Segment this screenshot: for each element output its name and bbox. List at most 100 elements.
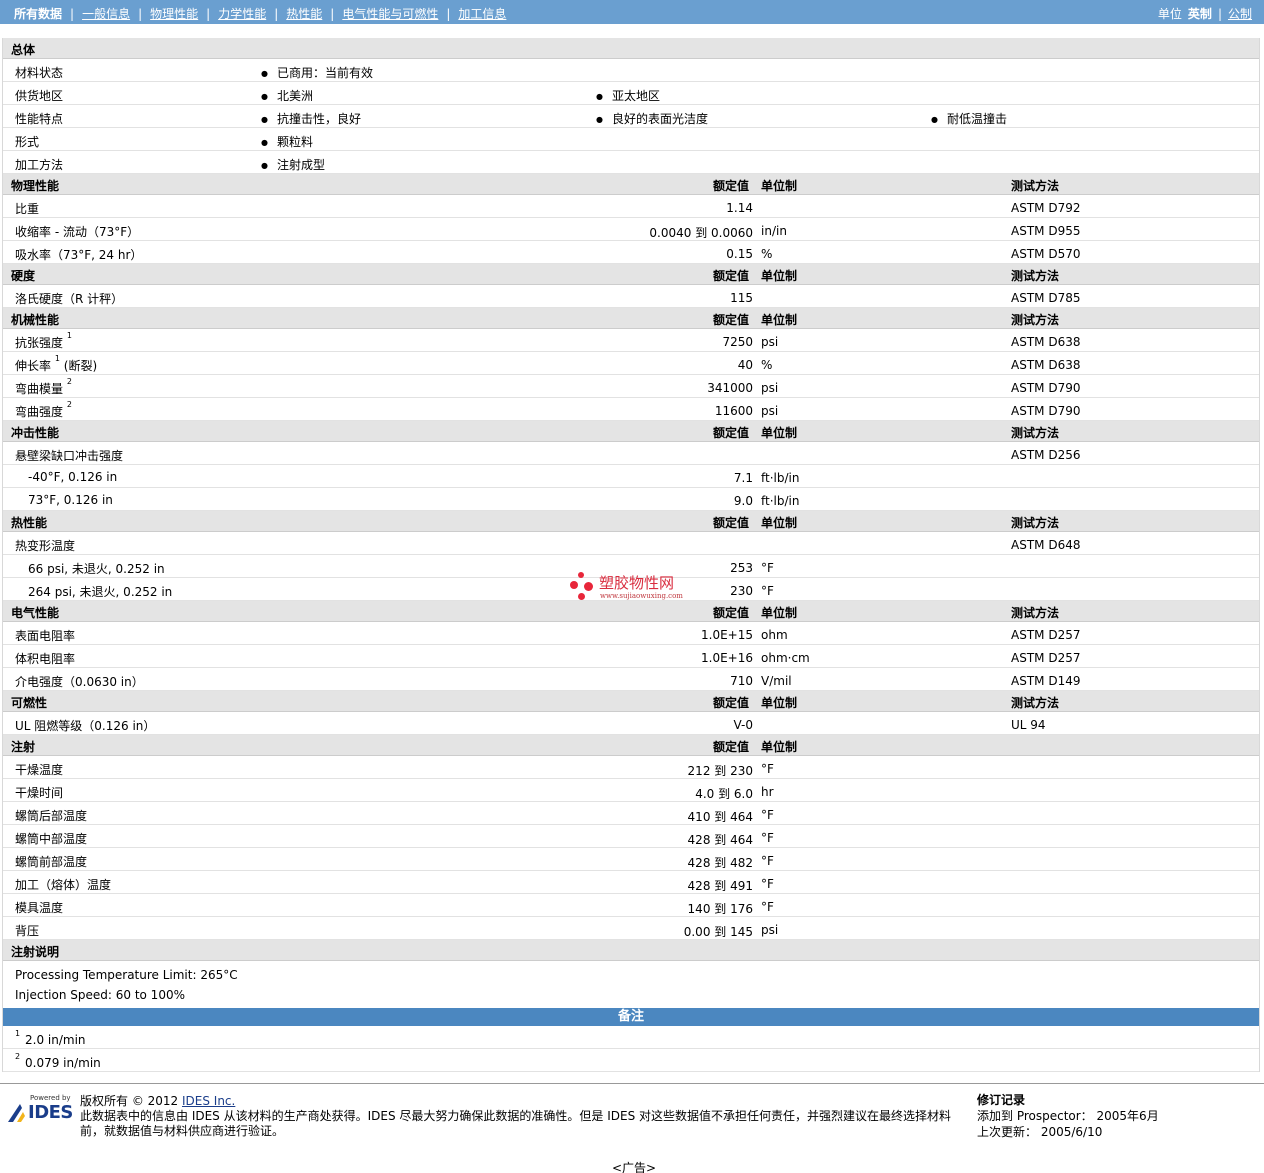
property-name: 介电强度（0.0630 in） [15,675,144,689]
nominal-value: 253 [730,561,753,575]
column-unit: 单位制 [761,696,798,710]
property-row: 干燥温度 212 到 230 °F [3,756,1259,779]
bullet-item: 亚太地区 [596,87,660,104]
property-row: 螺筒后部温度 410 到 464 °F [3,802,1259,825]
section-title: 硬度 [11,269,36,283]
property-name: 体积电阻率 [15,652,76,666]
watermark-dot [584,582,593,591]
property-label: 比重 [15,200,39,217]
watermark-url: www.sujiaowuxing.com [600,592,683,600]
nav-tab[interactable]: 一般信息 [82,5,130,22]
nominal-value: 341000 [707,381,753,395]
property-label: -40°F, 0.126 in [28,470,117,484]
property-name: 伸长率 [15,359,52,373]
copyright-text: 版权所有 © 2012 [80,1094,182,1108]
property-row: 介电强度（0.0630 in） 710 V/mil ASTM D149 [3,668,1259,691]
unit-value: °F [761,877,774,891]
property-name: 洛氏硬度（R 计秤） [15,292,124,306]
property-label: 加工（熔体）温度 [15,876,111,893]
test-method: ASTM D955 [1011,224,1081,238]
column-unit: 单位制 [761,426,798,440]
property-name: 表面电阻率 [15,629,76,643]
column-nominal: 额定值 [713,426,750,440]
section-title: 冲击性能 [11,426,60,440]
nav-tab[interactable]: 力学性能 [218,5,266,22]
column-nominal: 额定值 [713,179,750,193]
unit-value: psi [761,335,779,349]
property-name: 干燥温度 [15,763,64,777]
property-label: 73°F, 0.126 in [28,493,113,507]
test-method: ASTM D570 [1011,247,1081,261]
separator: | [274,6,279,21]
unit-value: in/in [761,224,787,238]
test-method: ASTM D785 [1011,291,1081,305]
property-name: 收缩率 - 流动（73°F） [15,225,140,239]
watermark-dot [578,593,585,600]
section-header: 硬度 额定值 单位制 测试方法 [3,264,1259,285]
footnote-number: 2 [15,1052,21,1061]
disclaimer-text: 此数据表中的信息由 IDES 从该材料的生产商处获得。IDES 尽最大努力确保此… [80,1109,952,1138]
property-name: 66 psi, 未退火, 0.252 in [28,562,165,576]
general-row: 供货地区 北美洲 亚太地区 [3,82,1259,105]
column-test-method: 测试方法 [1011,269,1060,283]
units-metric-link[interactable]: 公制 [1228,5,1252,22]
nominal-value: 428 到 491 [687,879,753,893]
property-row: 干燥时间 4.0 到 6.0 hr [3,779,1259,802]
section-header: 冲击性能 额定值 单位制 测试方法 [3,421,1259,442]
bullet-item: 良好的表面光洁度 [596,110,708,127]
property-qualifier: (断裂) [63,359,98,373]
test-method: UL 94 [1011,718,1046,732]
unit-value: V/mil [761,674,792,688]
unit-value: °F [761,584,774,598]
property-sections: 物理性能 额定值 单位制 测试方法 比重 1.14 ASTM D792 收缩率 - 流动（73… [3,174,1259,940]
test-method: ASTM D149 [1011,674,1081,688]
column-unit: 单位制 [761,269,798,283]
ides-logo-mark-icon [8,1104,25,1122]
powered-by-label: Powered by [30,1094,71,1102]
unit-value: psi [761,404,779,418]
row-label: 加工方法 [15,158,64,172]
nominal-value: 1.0E+15 [701,628,753,642]
section-header-general: 总体 [3,38,1259,59]
nav-tab[interactable]: 加工信息 [458,5,506,22]
test-method: ASTM D257 [1011,628,1081,642]
unit-value: ohm [761,628,788,642]
property-label: 干燥时间 [15,784,63,801]
column-nominal: 额定值 [713,313,750,327]
footnote-text: 0.079 in/min [25,1056,101,1070]
ides-link[interactable]: IDES Inc. [182,1094,235,1108]
column-unit: 单位制 [761,740,798,754]
property-label: 收缩率 - 流动（73°F） [15,223,139,240]
bullet-item: 已商用：当前有效 [261,64,373,81]
nav-tab[interactable]: 电气性能与可燃性 [342,5,438,22]
property-row: 73°F, 0.126 in 9.0 ft·lb/in [3,488,1259,511]
property-label: 螺筒前部温度 [15,853,87,870]
column-nominal: 额定值 [713,740,750,754]
property-row: 收缩率 - 流动（73°F） 0.0040 到 0.0060 in/in ASTM D… [3,218,1259,241]
general-rows: 材料状态 已商用：当前有效供货地区 北美洲 亚太地区性能特点 抗撞击性，良好 良好的表面光… [3,59,1259,174]
added-label: 添加到 Prospector： [977,1109,1093,1123]
unit-value: psi [761,923,779,937]
property-label: 弯曲强度 2 [15,400,72,420]
property-label: 模具温度 [15,899,63,916]
column-nominal: 额定值 [713,269,750,283]
injection-note-line: Processing Temperature Limit: 265°C [15,968,238,982]
nav-tab[interactable]: 热性能 [286,5,322,22]
nominal-value: 0.00 到 145 [683,925,753,939]
property-label: 悬壁梁缺口冲击强度 [15,447,123,464]
nominal-value: 0.0040 到 0.0060 [649,226,753,240]
updated-label: 上次更新： [977,1125,1038,1139]
footnote-ref: 2 [66,377,72,386]
test-method: ASTM D790 [1011,404,1081,418]
row-label: 性能特点 [15,112,64,126]
section-title: 注射说明 [11,945,60,959]
footnote-text: 2.0 in/min [25,1033,86,1047]
column-unit: 单位制 [761,179,798,193]
bullet-item: 注射成型 [261,156,325,173]
nav-tab[interactable]: 所有数据 [14,5,62,22]
row-label: 形式 [15,135,40,149]
property-label: 背压 [15,922,39,939]
nav-tab[interactable]: 物理性能 [150,5,198,22]
updated-value: 2005/6/10 [1040,1125,1103,1139]
property-row: 热变形温度 ASTM D648 [3,532,1259,555]
